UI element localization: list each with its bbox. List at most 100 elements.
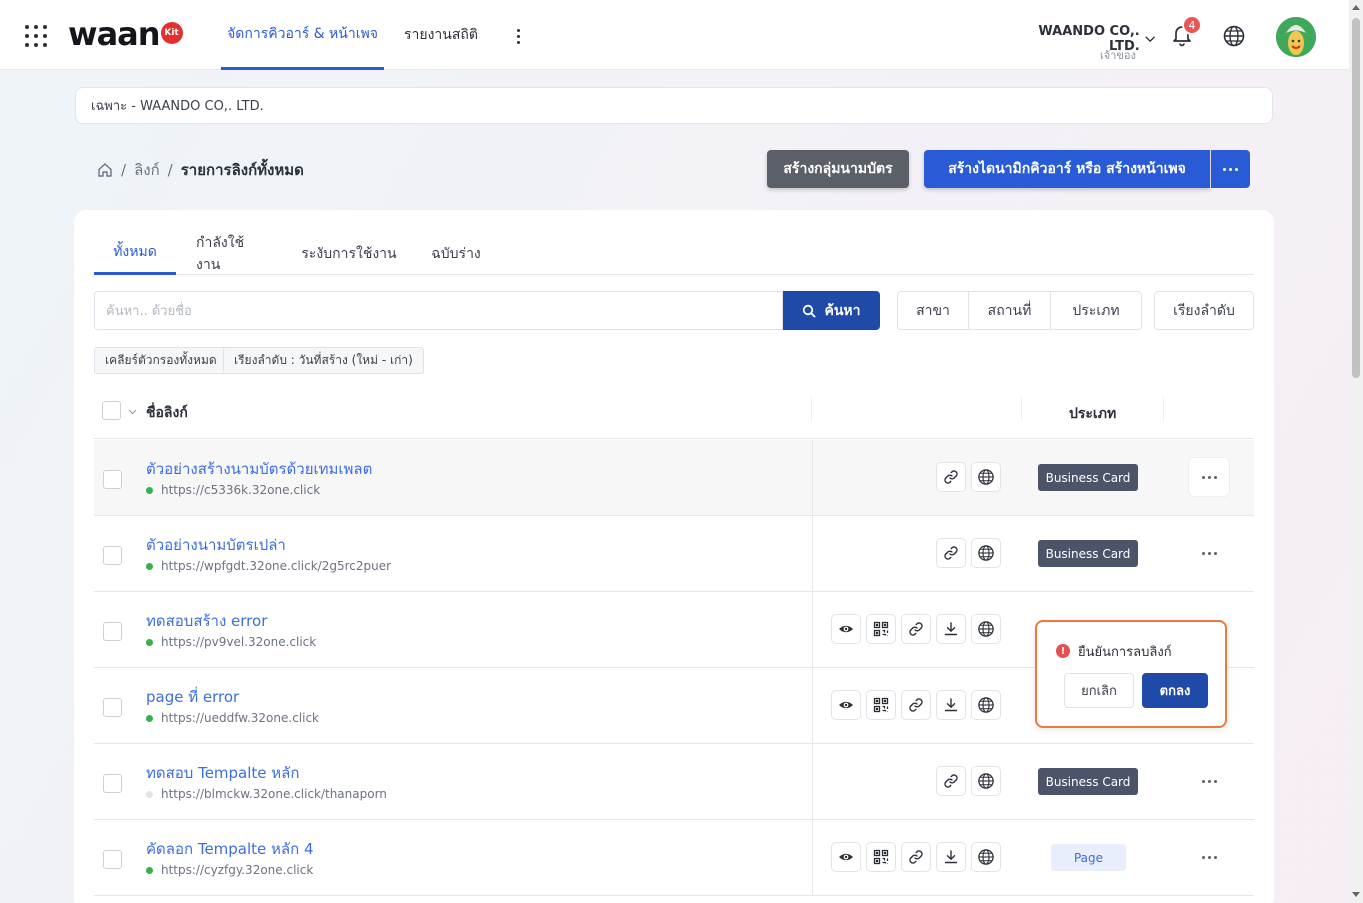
table-row[interactable]: ตัวอย่างนามบัตรเปล่า https://wpfgdt.32one… [94,516,1254,592]
more-vertical-icon[interactable] [510,24,526,48]
table-row[interactable]: คัดลอก Tempalte หลัก 4 https://cyzfgy.32o… [94,820,1254,896]
eye-button[interactable] [831,842,861,872]
link-title[interactable]: page ที่ error [146,685,239,709]
qr-code-button[interactable] [866,690,896,720]
globe-icon [977,468,995,486]
globe-button[interactable] [971,690,1001,720]
link-button[interactable] [901,842,931,872]
tab-active[interactable]: กำลังใช้งาน [196,232,268,275]
nav-tab-label: จัดการคิวอาร์ & หน้าเพจ [227,25,378,42]
status-dot [146,790,153,798]
search-button[interactable]: ค้นหา [783,291,880,330]
globe-button[interactable] [971,462,1001,492]
ok-button[interactable]: ตกลง [1142,673,1208,708]
qr-code-button[interactable] [866,614,896,644]
nav-tab-statistics[interactable]: รายงานสถิติ [404,0,478,70]
scroll-thumb[interactable] [1352,18,1360,378]
status-dot [146,714,153,722]
globe-button[interactable] [971,842,1001,872]
row-more-button[interactable] [1189,838,1229,876]
link-url-text: https://ueddfw.32one.click [161,711,320,725]
qr-code-button[interactable] [866,842,896,872]
logo-text: waan [68,15,161,53]
avatar[interactable] [1276,17,1316,57]
scroll-down-arrow[interactable] [1352,892,1360,897]
link-icon [908,697,924,713]
link-url: https://ueddfw.32one.click [146,711,319,725]
column-name-header: ชื่อลิงก์ [146,405,188,421]
page-scrollbar[interactable] [1349,0,1363,903]
home-icon[interactable] [97,162,113,178]
link-url: https://pv9vel.32one.click [146,635,316,649]
row-checkbox[interactable] [103,546,122,565]
clear-filters-chip[interactable]: เคลียร์ตัวกรองทั้งหมด [94,347,228,374]
link-title[interactable]: คัดลอก Tempalte หลัก 4 [146,837,314,861]
download-button[interactable] [936,690,966,720]
globe-button[interactable] [971,766,1001,796]
globe-button[interactable] [971,538,1001,568]
row-more-button[interactable] [1189,762,1229,800]
create-qr-page-button[interactable]: สร้างไดนามิกคิวอาร์ หรือ สร้างหน้าเพจ [924,150,1210,188]
row-checkbox[interactable] [103,698,122,717]
type-badge: Business Card [1038,768,1138,795]
row-checkbox[interactable] [103,774,122,793]
nav-tab-manage-qr[interactable]: จัดการคิวอาร์ & หน้าเพจ [221,0,384,70]
row-checkbox[interactable] [103,470,122,489]
globe-icon[interactable] [1222,24,1246,48]
link-button[interactable] [901,690,931,720]
select-all-checkbox[interactable] [102,401,121,420]
logo[interactable]: waan Kit [68,15,183,53]
filter-group: สาขา สถานที่ ประเภท [897,291,1142,330]
link-button[interactable] [936,462,966,492]
cancel-button[interactable]: ยกเลิก [1064,673,1134,708]
search-input[interactable]: ค้นหา.. ด้วยชื่อ [94,291,783,330]
table-row[interactable]: ตัวอย่างสร้างนามบัตรด้วยเทมเพลต https://c… [94,440,1254,516]
globe-button[interactable] [971,614,1001,644]
link-url-text: https://wpfgdt.32one.click/2g5rc2puer [161,559,392,573]
filter-branch[interactable]: สาขา [898,292,969,329]
download-button[interactable] [936,842,966,872]
table-row[interactable]: ทดสอบ Tempalte หลัก https://blmckw.32one.… [94,744,1254,820]
link-title[interactable]: ตัวอย่างนามบัตรเปล่า [146,533,286,557]
filter-type[interactable]: ประเภท [1051,292,1141,329]
eye-button[interactable] [831,690,861,720]
sort-button[interactable]: เรียงลำดับ [1154,291,1254,330]
tab-all[interactable]: ทั้งหมด [94,232,176,275]
breadcrumb-link[interactable]: ลิงก์ [134,158,160,182]
popover-message: ยืนยันการลบลิงก์ [1078,645,1172,660]
row-checkbox[interactable] [103,850,122,869]
tab-draft[interactable]: ฉบับร่าง [429,232,483,275]
org-role: เจ้าของ [1100,49,1136,62]
apps-grid-icon[interactable] [25,25,47,47]
link-button[interactable] [901,614,931,644]
scope-selector[interactable]: เฉพาะ - WAANDO CO,. LTD. [75,87,1273,124]
tab-suspended[interactable]: ระงับการใช้งาน [300,232,398,275]
link-icon [943,545,959,561]
top-navbar: waan Kit จัดการคิวอาร์ & หน้าเพจ รายงานส… [0,0,1349,70]
scroll-up-arrow[interactable] [1352,5,1360,10]
org-switcher[interactable]: WAANDO CO,. LTD. เจ้าของ [1020,24,1156,62]
eye-button[interactable] [831,614,861,644]
chevron-down-icon[interactable] [128,407,137,416]
download-button[interactable] [936,614,966,644]
status-dot [146,866,153,874]
link-button[interactable] [936,538,966,568]
row-more-button[interactable] [1189,458,1229,496]
create-more-button[interactable] [1211,150,1250,188]
row-checkbox[interactable] [103,622,122,641]
filter-location[interactable]: สถานที่ [969,292,1051,329]
globe-icon [977,696,995,714]
sort-chip[interactable]: เรียงลำดับ : วันที่สร้าง (ใหม่ - เก่า) [223,347,424,374]
download-icon [943,849,959,865]
link-title[interactable]: ทดสอบ Tempalte หลัก [146,761,299,785]
link-button[interactable] [936,766,966,796]
link-title[interactable]: ตัวอย่างสร้างนามบัตรด้วยเทมเพลต [146,457,372,481]
row-more-button[interactable] [1189,534,1229,572]
create-card-group-button[interactable]: สร้างกลุ่มนามบัตร [767,150,909,188]
search-icon [803,304,817,318]
globe-icon [977,620,995,638]
link-url-text: https://c5336k.32one.click [161,483,321,497]
link-url: https://c5336k.32one.click [146,483,320,497]
link-title[interactable]: ทดสอบสร้าง error [146,609,267,633]
chevron-down-icon [1144,36,1155,43]
